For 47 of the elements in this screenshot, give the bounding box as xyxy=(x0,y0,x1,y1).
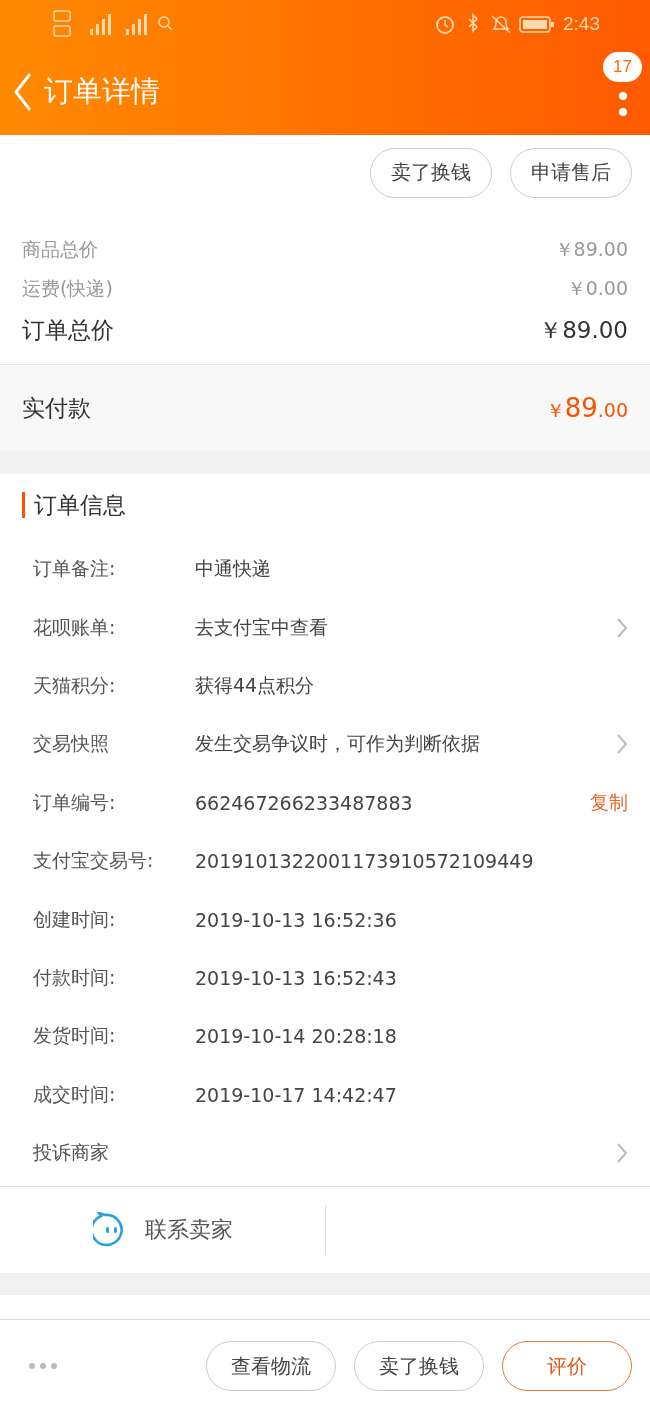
back-icon[interactable] xyxy=(12,71,34,112)
price-value: ￥0.00 xyxy=(566,275,628,301)
info-value: 2019101322001173910572109449 xyxy=(195,850,534,873)
chevron-icon[interactable] xyxy=(616,1142,628,1165)
info-label: 订单备注: xyxy=(33,556,117,582)
info-label: 支付宝交易号: xyxy=(33,848,155,874)
contact-seller-button[interactable]: 联系卖家 xyxy=(0,1212,325,1249)
info-value: 2019-10-13 16:52:36 xyxy=(195,908,397,931)
page-title: 订单详情 xyxy=(44,72,160,110)
price-label: 运费(快递) xyxy=(22,275,113,301)
price-label: 商品总价 xyxy=(22,236,98,262)
price-value: ￥89.00 xyxy=(539,315,628,345)
info-label: 交易快照 xyxy=(33,731,110,757)
price-value: ￥89.00 xyxy=(554,236,628,262)
action-button[interactable]: 申请售后 xyxy=(510,147,632,198)
info-value: 获得44点积分 xyxy=(195,672,315,698)
battery-icon xyxy=(519,13,555,35)
info-label: 创建时间: xyxy=(33,906,117,932)
section-title: 订单信息 xyxy=(22,492,628,518)
alarm-icon xyxy=(435,13,455,35)
action-button[interactable]: 评价 xyxy=(502,1341,632,1392)
info-value: 去支付宝中查看 xyxy=(195,614,328,640)
info-value: 662467266233487883 xyxy=(195,791,413,814)
paid-label: 实付款 xyxy=(22,393,91,423)
message-badge: 17 xyxy=(603,52,642,82)
info-value: 2019-10-17 14:42:47 xyxy=(195,1083,397,1106)
paid-amount: ￥89.00 xyxy=(545,392,628,424)
action-button[interactable]: 查看物流 xyxy=(206,1341,336,1392)
status-time: 2:43 xyxy=(563,13,600,35)
action-button[interactable]: 卖了换钱 xyxy=(354,1341,484,1392)
info-label: 发货时间: xyxy=(33,1023,117,1049)
info-label: 花呗账单: xyxy=(33,614,117,640)
info-value: 2019-10-14 20:28:18 xyxy=(195,1025,397,1048)
mute-icon xyxy=(491,13,511,35)
info-value: 2019-10-13 16:52:43 xyxy=(195,966,397,989)
chevron-icon[interactable] xyxy=(616,616,628,639)
info-label: 付款时间: xyxy=(33,964,117,990)
info-label: 投诉商家 xyxy=(33,1140,110,1166)
info-value: 发生交易争议时，可作为判断依据 xyxy=(195,731,480,757)
info-label: 成交时间: xyxy=(33,1081,117,1107)
action-button[interactable]: 卖了换钱 xyxy=(370,147,492,198)
price-label: 订单总价 xyxy=(22,315,114,345)
info-label: 天猫积分: xyxy=(33,672,117,698)
info-value: 中通快递 xyxy=(195,556,271,582)
chevron-icon[interactable] xyxy=(616,733,628,756)
more-icon[interactable] xyxy=(28,1362,58,1371)
info-label: 订单编号: xyxy=(33,789,117,815)
